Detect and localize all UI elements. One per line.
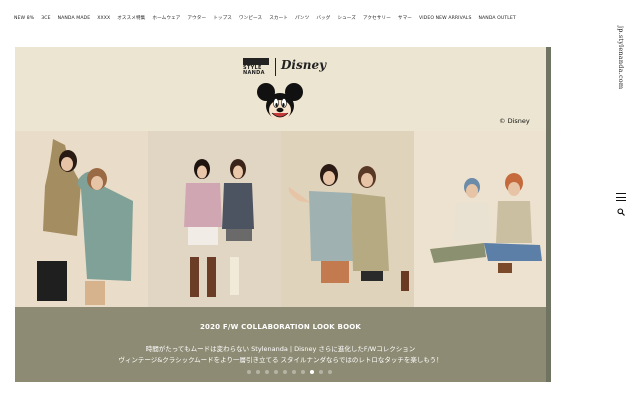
collab-banner: STYLE NANDA Disney © Disney xyxy=(15,47,546,131)
nav-outlet[interactable]: NANDA OUTLET xyxy=(479,16,516,21)
copyright-label: © Disney xyxy=(499,117,530,125)
disney-logo: Disney xyxy=(281,58,327,72)
nav-accessories[interactable]: アクセサリー xyxy=(363,15,391,21)
nav-nanda-made[interactable]: NANDA MADE xyxy=(58,16,91,21)
lookbook-photo-4 xyxy=(414,131,546,307)
logo-divider xyxy=(275,58,276,76)
hero-slider[interactable]: STYLE NANDA Disney © Disney 2020 F/W COL… xyxy=(15,47,551,382)
nav-shoes[interactable]: シューズ xyxy=(337,15,356,21)
slider-pagination xyxy=(247,370,332,374)
nav-homewear[interactable]: ホームウェア xyxy=(152,15,180,21)
slider-dot[interactable] xyxy=(265,370,269,374)
nav-outer[interactable]: アウター xyxy=(187,15,206,21)
slider-dot[interactable] xyxy=(328,370,332,374)
lookbook-description-2: ヴィンテージ&クラシックムードをより一層引き立てる スタイルナンダならではのレト… xyxy=(118,356,443,364)
slider-dot[interactable] xyxy=(274,370,278,374)
slider-dot[interactable] xyxy=(283,370,287,374)
slider-dot[interactable] xyxy=(319,370,323,374)
hamburger-menu-icon[interactable] xyxy=(616,193,626,201)
nav-dresses[interactable]: ワンピース xyxy=(239,15,262,21)
slide-lookbook[interactable]: STYLE NANDA Disney © Disney 2020 F/W COL… xyxy=(15,47,546,382)
lookbook-photo-1 xyxy=(15,131,148,307)
next-slide-preview[interactable] xyxy=(546,47,551,382)
lookbook-title: 2020 F/W COLLABORATION LOOK BOOK xyxy=(199,323,362,331)
stylenanda-logo: STYLE NANDA xyxy=(243,58,269,76)
main-navigation: NEW 8% 3CE NANDA MADE XXXX オススメ特集 ホームウェア… xyxy=(14,12,574,24)
nav-summer[interactable]: サマー xyxy=(398,15,412,21)
nav-tops[interactable]: トップス xyxy=(213,15,232,21)
nav-bags[interactable]: バッグ xyxy=(316,15,330,21)
nav-xxxx[interactable]: XXXX xyxy=(97,16,110,21)
nav-video-new-arrivals[interactable]: VIDEO NEW ARRIVALS xyxy=(419,16,472,21)
slider-dot[interactable] xyxy=(292,370,296,374)
lookbook-description-1: 時間がたってもムードは変わらない Stylenanda | Disney さらに… xyxy=(145,345,416,353)
search-icon[interactable] xyxy=(617,208,625,216)
mickey-mouse-illustration xyxy=(257,83,303,120)
nav-featured[interactable]: オススメ特集 xyxy=(117,15,145,21)
nav-pants[interactable]: パンツ xyxy=(295,15,309,21)
slider-dot[interactable] xyxy=(301,370,305,374)
lookbook-photo-3 xyxy=(281,131,414,307)
nav-skirts[interactable]: スカート xyxy=(269,15,288,21)
site-url-logo[interactable]: jp.stylenanda.com xyxy=(613,26,625,96)
lookbook-photo-2 xyxy=(148,131,281,307)
nav-3ce[interactable]: 3CE xyxy=(41,16,50,21)
nav-new[interactable]: NEW 8% xyxy=(14,16,34,21)
slider-dot[interactable] xyxy=(256,370,260,374)
slider-dot[interactable] xyxy=(247,370,251,374)
slider-dot[interactable] xyxy=(310,370,314,374)
